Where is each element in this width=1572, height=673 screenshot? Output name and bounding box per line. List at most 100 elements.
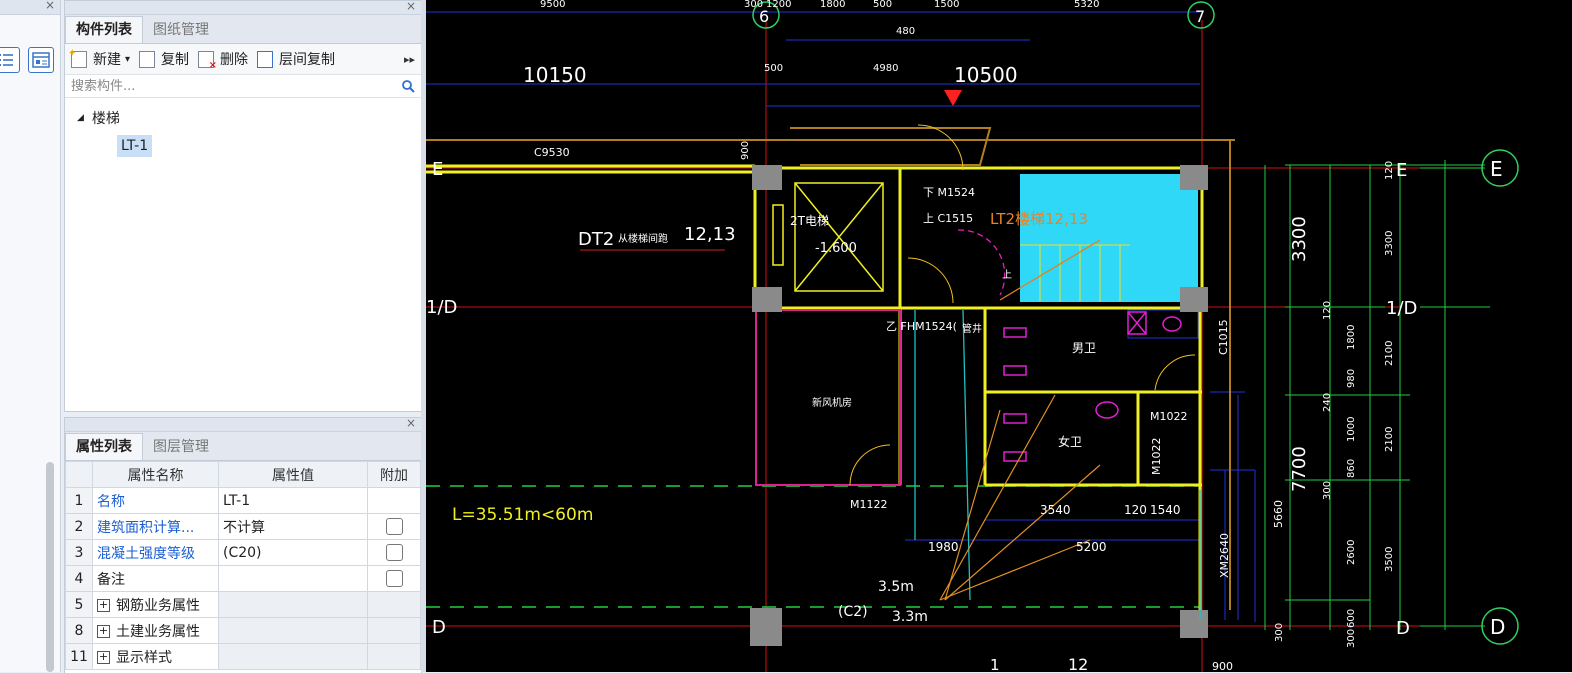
dim-text: 1000 (1346, 417, 1357, 442)
dim-text: 1200 (766, 0, 791, 10)
dim-text: 1980 (928, 540, 959, 554)
row-number: 3 (65, 539, 93, 566)
extra-checkbox[interactable] (385, 544, 403, 561)
axis-label: 1/D (1386, 298, 1417, 319)
property-panel-close-button[interactable]: × (406, 416, 416, 430)
property-value-field[interactable]: 不计算 (218, 513, 368, 540)
property-group-name: + 土建业务属性 (92, 617, 219, 644)
room-label: 管井 (962, 322, 982, 335)
column-header-name: 属性名称 (92, 461, 219, 488)
axis-label: D (432, 617, 446, 638)
axis-label: D (1396, 618, 1410, 639)
left-strip-scrollbar[interactable] (46, 462, 54, 672)
tab-property-list[interactable]: 属性列表 (65, 433, 143, 460)
up-mark: 上 (1002, 269, 1012, 281)
collapse-caret-icon[interactable]: ◢ (77, 113, 84, 123)
left-strip-close-button[interactable]: × (45, 0, 55, 12)
dim-text: 1540 (1150, 503, 1181, 517)
left-strip-header: × (0, 0, 60, 15)
component-search-input[interactable] (69, 77, 401, 95)
column-header-extra: 附加 (367, 461, 421, 488)
dim-text: 5660 (1272, 500, 1285, 528)
floor-copy-button[interactable]: 层间复制 (257, 49, 335, 69)
tab-component-list[interactable]: 构件列表 (65, 16, 143, 43)
dim-text: 900 (1212, 660, 1233, 672)
dim-text: 2100 (1384, 341, 1395, 366)
property-value-field[interactable]: (C20) (218, 539, 368, 566)
property-group-name: + 钢筋业务属性 (92, 591, 219, 618)
dim-text: 300 (1274, 623, 1285, 642)
table-row[interactable]: 8 + 土建业务属性 (65, 617, 421, 644)
table-row[interactable]: 3 混凝土强度等级 (C20) (65, 539, 421, 566)
property-value-field[interactable] (218, 565, 368, 592)
property-panel-tabs: 属性列表 图层管理 (65, 432, 421, 461)
component-search-bar (65, 75, 421, 98)
left-side-strip: × (0, 0, 61, 672)
extra-checkbox[interactable] (385, 570, 403, 587)
row-number: 8 (65, 617, 93, 644)
list-view-icon[interactable] (0, 47, 20, 73)
new-component-button[interactable]: ✦ 新建 ▾ (68, 48, 130, 69)
stair-label: LT2楼梯12,13 (990, 210, 1088, 228)
copy-component-button[interactable]: 复制 (139, 49, 189, 69)
tree-item-label[interactable]: LT-1 (117, 135, 153, 157)
elevator-note: 从楼梯间跑 (618, 232, 668, 245)
tab-drawing-management[interactable]: 图纸管理 (143, 17, 219, 43)
delete-component-button[interactable]: × 删除 (198, 49, 249, 71)
door-label: M1022 (1150, 410, 1188, 423)
property-name: 建筑面积计算... (92, 513, 219, 540)
card-view-icon[interactable] (28, 47, 54, 73)
cad-drawing-canvas[interactable]: 9500 300 1200 1800 500 1500 5320 480 500… (426, 0, 1572, 672)
property-name: 混凝土强度等级 (92, 539, 219, 566)
expand-icon[interactable]: + (97, 651, 110, 664)
table-row[interactable]: 4 备注 (65, 565, 421, 592)
table-row[interactable]: 2 建筑面积计算... 不计算 (65, 513, 421, 540)
window-label: 上 C1515 (923, 212, 973, 225)
floor-copy-label: 层间复制 (279, 52, 336, 68)
delete-icon: × (198, 50, 217, 71)
component-panel-close-button[interactable]: × (406, 0, 416, 13)
property-extra-cell (367, 487, 421, 514)
window-label: C1015 (1217, 319, 1230, 355)
extra-checkbox[interactable] (385, 518, 403, 535)
expand-icon[interactable]: + (97, 599, 110, 612)
dim-text: 1500 (934, 0, 959, 10)
table-row[interactable]: 1 名称 LT-1 (65, 487, 421, 514)
toolbar-more-icon[interactable]: ▸▸ (404, 53, 415, 66)
dim-text: 3300 (1289, 216, 1310, 262)
row-number: 1 (65, 487, 93, 514)
dim-text: 1800 (1346, 325, 1357, 350)
axis-label: 1/D (426, 297, 457, 318)
expand-icon[interactable]: + (97, 625, 110, 638)
property-name: 名称 (92, 487, 219, 514)
bottom-mark: 12 (1068, 655, 1088, 672)
room-label: 女卫 (1058, 434, 1082, 449)
table-row[interactable]: 5 + 钢筋业务属性 (65, 591, 421, 618)
door-label: M1122 (850, 498, 888, 511)
property-value-field (218, 617, 368, 644)
elevator-tag: DT2 (578, 229, 614, 250)
property-value-field[interactable]: LT-1 (218, 487, 368, 514)
dim-text: 120 (1322, 301, 1333, 320)
property-extra-cell (367, 539, 421, 566)
property-group-name: + 显示样式 (92, 643, 219, 670)
new-dropdown-caret-icon[interactable]: ▾ (125, 54, 130, 65)
delete-label: 删除 (220, 52, 249, 68)
dim-text: 2100 (1384, 427, 1395, 452)
tree-group-label: 楼梯 (91, 111, 120, 127)
copy-icon (139, 50, 156, 68)
tree-group-stairs[interactable]: ◢ 楼梯 (65, 104, 421, 132)
component-list-panel: × 构件列表 图纸管理 ✦ 新建 ▾ 复制 × 删除 层间复制 ▸▸ ◢ 楼梯 (64, 0, 422, 412)
axis-label: E (1396, 160, 1407, 181)
tree-item-lt-1[interactable]: LT-1 (65, 132, 421, 160)
search-icon[interactable] (401, 79, 415, 93)
dim-text: 900 (740, 141, 751, 160)
dim-text: 10150 (523, 63, 587, 87)
dim-text: 7700 (1289, 446, 1310, 492)
dim-text: 120 (1384, 161, 1395, 180)
property-group-label: 钢筋业务属性 (116, 597, 200, 614)
fire-distance-label: L=35.51m<60m (452, 505, 593, 525)
table-row[interactable]: 11 + 显示样式 (65, 643, 421, 670)
tab-layer-management[interactable]: 图层管理 (143, 434, 219, 460)
axis-label: D (1490, 615, 1505, 639)
